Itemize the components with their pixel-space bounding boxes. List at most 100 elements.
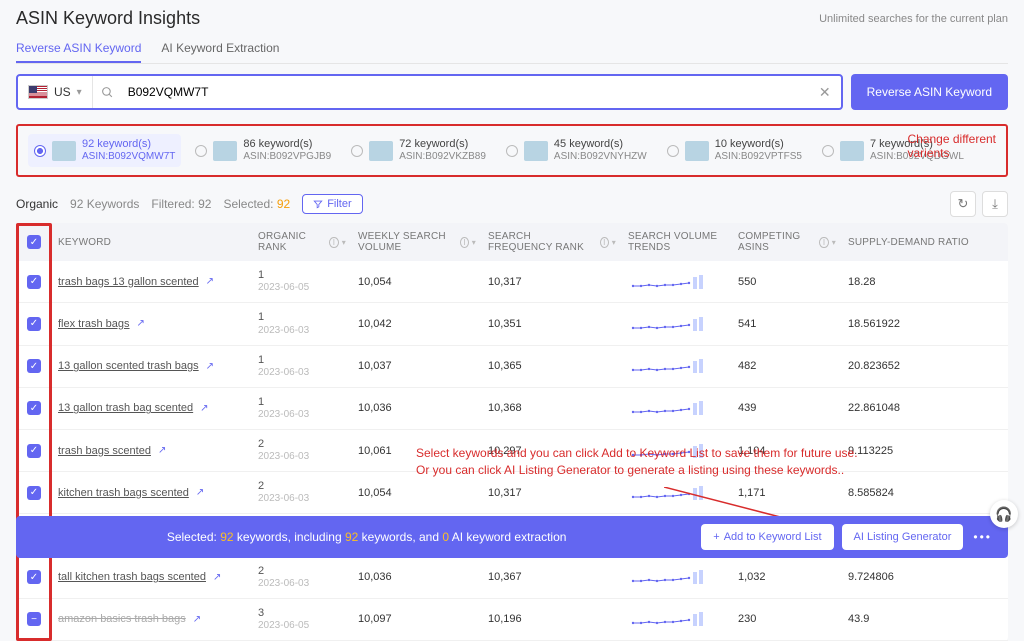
- wsv-value: 10,061: [352, 437, 482, 465]
- competing-asins-value: 1,032: [732, 563, 842, 591]
- search-icon: [93, 76, 122, 108]
- keyword-link[interactable]: tall kitchen trash bags scented: [58, 571, 206, 583]
- sfr-value: 10,365: [482, 352, 622, 380]
- reverse-asin-button[interactable]: Reverse ASIN Keyword: [851, 74, 1008, 110]
- sdr-value: 8.585824: [842, 479, 1008, 507]
- info-icon[interactable]: i: [600, 237, 609, 248]
- external-link-icon[interactable]: ↗: [196, 487, 204, 498]
- sort-icon[interactable]: ▾: [832, 238, 836, 247]
- plus-icon: +: [713, 531, 719, 543]
- col-competing-asins[interactable]: COMPETING ASINS: [738, 231, 816, 253]
- product-thumb: [52, 141, 76, 161]
- radio-icon: [195, 145, 207, 157]
- table-header: KEYWORD ORGANIC RANKi▾ WEEKLY SEARCH VOL…: [16, 223, 1008, 261]
- tabs: Reverse ASIN Keyword AI Keyword Extractio…: [16, 35, 1008, 64]
- sort-icon[interactable]: ▾: [342, 238, 346, 247]
- variant-card-3[interactable]: 45 keyword(s) ASIN:B092VNYHZW: [500, 134, 653, 167]
- rank-value: 1: [258, 269, 309, 282]
- sfr-value: 10,297: [482, 437, 622, 465]
- sparkline: [628, 357, 708, 375]
- row-checkbox[interactable]: [27, 570, 41, 584]
- sort-icon[interactable]: ▾: [472, 238, 476, 247]
- row-checkbox[interactable]: [27, 486, 41, 500]
- info-icon[interactable]: i: [460, 237, 469, 248]
- keyword-link[interactable]: 13 gallon scented trash bags: [58, 360, 199, 372]
- table-row: 13 gallon scented trash bags↗ 12023-06-0…: [16, 346, 1008, 388]
- info-icon[interactable]: i: [329, 237, 339, 248]
- row-checkbox[interactable]: [27, 612, 41, 626]
- variant-card-1[interactable]: 86 keyword(s) ASIN:B092VPGJB9: [189, 134, 337, 167]
- variant-card-2[interactable]: 72 keyword(s) ASIN:B092VKZB89: [345, 134, 492, 167]
- select-all-checkbox[interactable]: [27, 235, 41, 249]
- sdr-value: 22.861048: [842, 394, 1008, 422]
- wsv-value: 10,054: [352, 268, 482, 296]
- add-to-keyword-list-button[interactable]: +Add to Keyword List: [701, 524, 833, 550]
- selection-summary: Selected: 92 keywords, including 92 keyw…: [32, 530, 701, 544]
- variant-card-0[interactable]: 92 keyword(s) ASIN:B092VQMW7T: [28, 134, 181, 167]
- competing-asins-value: 439: [732, 394, 842, 422]
- row-checkbox[interactable]: [27, 275, 41, 289]
- product-thumb: [685, 141, 709, 161]
- row-checkbox[interactable]: [27, 317, 41, 331]
- variant-card-4[interactable]: 10 keyword(s) ASIN:B092VPTFS5: [661, 134, 808, 167]
- variant-kw-count: 45 keyword(s): [554, 138, 647, 151]
- download-button[interactable]: ⤓: [982, 191, 1008, 217]
- col-organic-rank[interactable]: ORGANIC RANK: [258, 231, 326, 253]
- table-row: 13 gallon trash bag scented↗ 12023-06-03…: [16, 388, 1008, 430]
- col-supply-demand-ratio[interactable]: SUPPLY-DEMAND RATIO: [848, 237, 969, 248]
- refresh-button[interactable]: ↻: [950, 191, 976, 217]
- variant-kw-count: 72 keyword(s): [399, 138, 486, 151]
- variant-asin: ASIN:B092VPGJB9: [243, 151, 331, 163]
- radio-icon: [822, 145, 834, 157]
- external-link-icon[interactable]: ↗: [137, 318, 145, 329]
- country-select[interactable]: US ▾: [18, 76, 93, 108]
- external-link-icon[interactable]: ↗: [200, 403, 208, 414]
- external-link-icon[interactable]: ↗: [206, 361, 214, 372]
- rank-value: 3: [258, 607, 309, 620]
- external-link-icon[interactable]: ↗: [193, 614, 201, 625]
- filter-button[interactable]: Filter: [302, 194, 362, 214]
- col-keyword[interactable]: KEYWORD: [58, 237, 111, 248]
- rank-date: 2023-06-03: [258, 578, 309, 590]
- sort-icon[interactable]: ▾: [612, 238, 616, 247]
- keyword-link[interactable]: trash bags scented: [58, 445, 151, 457]
- keywords-table: KEYWORD ORGANIC RANKi▾ WEEKLY SEARCH VOL…: [16, 223, 1008, 641]
- sparkline: [628, 315, 708, 333]
- selected-label: Selected: 92: [223, 197, 290, 211]
- keyword-link[interactable]: kitchen trash bags scented: [58, 487, 189, 499]
- row-checkbox[interactable]: [27, 401, 41, 415]
- info-icon[interactable]: i: [819, 237, 828, 248]
- row-checkbox[interactable]: [27, 444, 41, 458]
- tab-1[interactable]: AI Keyword Extraction: [161, 35, 279, 63]
- table-row: trash bags 13 gallon scented↗ 12023-06-0…: [16, 261, 1008, 303]
- external-link-icon[interactable]: ↗: [213, 572, 221, 583]
- sparkline: [628, 399, 708, 417]
- radio-icon: [34, 145, 46, 157]
- col-search-frequency-rank[interactable]: SEARCH FREQUENCY RANK: [488, 231, 597, 253]
- sdr-value: 18.561922: [842, 310, 1008, 338]
- wsv-value: 10,097: [352, 605, 482, 633]
- table-row: tall kitchen trash bags scented↗ 22023-0…: [16, 557, 1008, 599]
- keyword-link[interactable]: 13 gallon trash bag scented: [58, 402, 193, 414]
- clear-icon[interactable]: ✕: [809, 76, 841, 108]
- ai-listing-generator-button[interactable]: AI Listing Generator: [842, 524, 964, 550]
- radio-icon: [351, 145, 363, 157]
- rank-value: 2: [258, 480, 309, 493]
- help-float-button[interactable]: 🎧: [990, 500, 1018, 528]
- tab-0[interactable]: Reverse ASIN Keyword: [16, 35, 141, 63]
- wsv-value: 10,036: [352, 394, 482, 422]
- keyword-link[interactable]: amazon basics trash bags: [58, 613, 186, 625]
- keyword-link[interactable]: flex trash bags: [58, 318, 130, 330]
- more-menu[interactable]: •••: [973, 530, 992, 544]
- row-checkbox[interactable]: [27, 359, 41, 373]
- external-link-icon[interactable]: ↗: [206, 276, 214, 287]
- filter-icon: [313, 199, 323, 209]
- external-link-icon[interactable]: ↗: [158, 445, 166, 456]
- product-thumb: [213, 141, 237, 161]
- keyword-link[interactable]: trash bags 13 gallon scented: [58, 276, 199, 288]
- rank-value: 1: [258, 311, 309, 324]
- rank-date: 2023-06-03: [258, 325, 309, 337]
- rank-date: 2023-06-05: [258, 620, 309, 632]
- col-weekly-search-volume[interactable]: WEEKLY SEARCH VOLUME: [358, 231, 457, 253]
- asin-search-input[interactable]: [122, 76, 809, 108]
